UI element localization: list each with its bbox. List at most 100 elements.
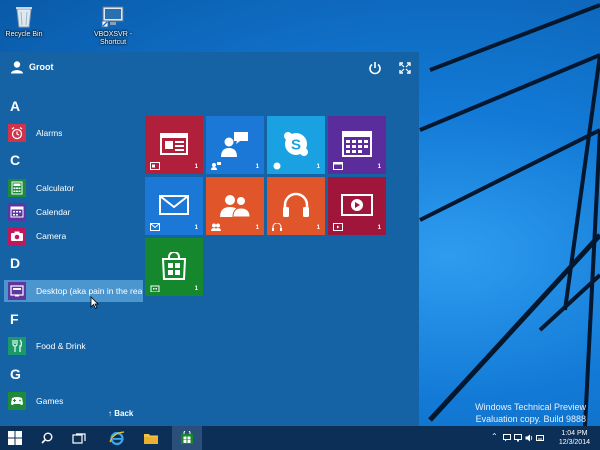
recycle-bin-icon (16, 7, 32, 28)
app-label: Food & Drink (36, 341, 86, 351)
app-label: Desktop (aka pain in the rea (36, 286, 143, 296)
up-arrow-icon: ↑ (108, 409, 112, 418)
store-taskbar-button[interactable] (172, 426, 202, 450)
calendar-small-icon (333, 162, 343, 170)
vboxsvr-shortcut[interactable]: VBOXSVR - Shortcut (83, 3, 143, 47)
letter-header-d[interactable]: D (10, 255, 20, 271)
watermark-line1: Windows Technical Preview (475, 402, 586, 412)
back-label: Back (114, 409, 134, 418)
store-icon (161, 251, 187, 280)
people-chat-icon (221, 131, 248, 157)
vboxsvr-label-line2: Shortcut (99, 39, 127, 46)
watermark-line2: Evaluation copy. Build 9888 (475, 414, 586, 424)
tile-badge: 1 (377, 225, 381, 231)
show-hidden-icons-icon[interactable]: ⌃ (491, 432, 499, 441)
recycle-bin-label: Recycle Bin (5, 31, 43, 38)
app-item-camera[interactable]: Camera (4, 225, 143, 247)
back-button[interactable]: ↑ Back (108, 409, 133, 418)
calendar-tile-icon (342, 130, 372, 157)
tile-badge: 1 (194, 286, 198, 292)
task-view-icon (72, 432, 86, 444)
keyboard-icon[interactable] (536, 434, 544, 442)
letter-header-c[interactable]: C (10, 152, 20, 168)
power-icon[interactable] (368, 61, 382, 75)
app-item-calculator[interactable]: Calculator (4, 177, 143, 199)
network-icon[interactable] (514, 434, 522, 442)
tile-music[interactable]: 1 (267, 177, 325, 235)
app-item-calendar[interactable]: Calendar (4, 201, 143, 223)
tile-badge: 1 (255, 225, 259, 231)
mouse-cursor-icon (90, 296, 99, 309)
task-view-button[interactable] (64, 426, 94, 450)
calculator-icon (8, 179, 26, 197)
app-label: Alarms (36, 128, 63, 138)
user-account-button[interactable]: Groot (10, 60, 54, 74)
app-label: Calculator (36, 183, 75, 193)
people-small-icon (211, 223, 221, 231)
letter-header-f[interactable]: F (10, 311, 19, 327)
expand-icon[interactable] (399, 62, 411, 74)
svg-text:S: S (291, 136, 301, 153)
search-icon (41, 432, 53, 444)
letter-header-g[interactable]: G (10, 366, 21, 382)
app-label: Calendar (36, 207, 71, 217)
tile-badge: 1 (194, 225, 198, 231)
tile-badge: 1 (377, 164, 381, 170)
internet-explorer-button[interactable] (102, 426, 132, 450)
calendar-icon (8, 203, 26, 221)
action-center-icon[interactable] (503, 434, 511, 442)
folder-icon (144, 433, 158, 444)
clock[interactable]: 1:04 PM 12/3/2014 (559, 429, 590, 447)
food-drink-icon (8, 337, 26, 355)
video-icon (341, 193, 373, 216)
tile-badge: 1 (255, 164, 259, 170)
mail-icon (159, 194, 189, 215)
start-menu: Groot A C D F G Alarms Calculator Calend… (0, 52, 419, 426)
skype-small-icon (273, 162, 281, 170)
mail-small-icon (150, 223, 160, 231)
people-icon (220, 194, 251, 217)
file-explorer-button[interactable] (136, 426, 166, 450)
volume-icon[interactable] (525, 434, 533, 442)
clock-date: 12/3/2014 (558, 439, 590, 446)
tile-store[interactable]: 1 (145, 238, 203, 296)
store-taskbar-icon (181, 431, 193, 444)
windows-logo-icon (8, 431, 22, 445)
user-name: Groot (29, 62, 54, 72)
network-drive-icon (101, 6, 124, 28)
search-button[interactable] (32, 426, 62, 450)
tile-badge: 1 (194, 164, 198, 170)
recycle-bin-shortcut[interactable]: Recycle Bin (0, 3, 54, 39)
user-icon (11, 61, 23, 74)
letter-header-a[interactable]: A (10, 98, 20, 114)
vboxsvr-label: VBOXSVR - (93, 31, 133, 38)
app-item-alarms[interactable]: Alarms (4, 122, 143, 144)
people-chat-small-icon (211, 162, 221, 170)
video-small-icon (333, 223, 343, 231)
app-label: Games (36, 396, 64, 406)
skype-icon: S (284, 131, 308, 156)
clock-time: 1:04 PM (561, 430, 588, 437)
camera-icon (8, 227, 26, 245)
music-icon (283, 192, 309, 217)
news-icon (160, 132, 188, 155)
tile-news[interactable]: 1 (145, 116, 203, 174)
taskbar: ⌃ 1:04 PM 12/3/2014 (0, 426, 600, 450)
tile-calendar[interactable]: 1 (328, 116, 386, 174)
tile-badge: 1 (316, 164, 320, 170)
tile-people-chat[interactable]: 1 (206, 116, 264, 174)
tile-video[interactable]: 1 (328, 177, 386, 235)
music-small-icon (272, 223, 282, 231)
start-button[interactable] (0, 426, 30, 450)
app-label: Camera (36, 231, 67, 241)
tile-skype[interactable]: S 1 (267, 116, 325, 174)
app-item-food-drink[interactable]: Food & Drink (4, 335, 143, 357)
news-small-icon (150, 162, 160, 170)
games-icon (8, 392, 26, 410)
app-item-desktop[interactable]: Desktop (aka pain in the rea (4, 280, 143, 302)
store-small-icon (150, 285, 160, 292)
alarm-icon (8, 124, 26, 142)
desktop-icon (8, 282, 26, 300)
tile-people[interactable]: 1 (206, 177, 264, 235)
tile-mail[interactable]: 1 (145, 177, 203, 235)
